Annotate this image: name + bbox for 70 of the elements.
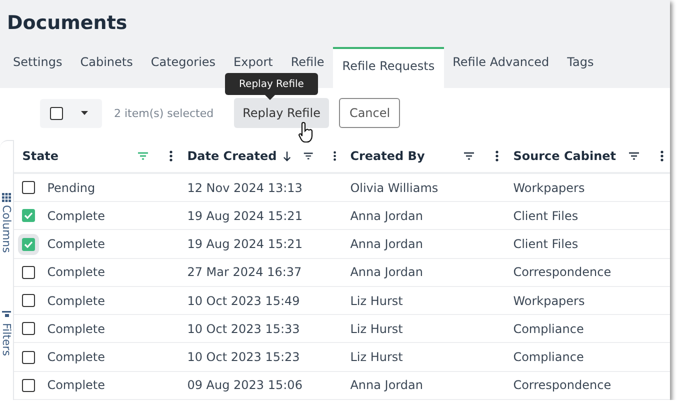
row-checkbox[interactable] [22, 322, 36, 336]
table-cell: Correspondence [505, 258, 670, 287]
table-cell: Complete [14, 287, 180, 316]
table-cell: Client Files [505, 202, 670, 230]
hand-cursor-icon [298, 122, 314, 144]
table-cell: Complete [14, 202, 180, 230]
filter-icon[interactable] [463, 151, 476, 161]
table-cell: 09 Aug 2023 15:06 [179, 372, 342, 400]
row-checkbox[interactable] [22, 294, 36, 308]
column-header[interactable]: Source Cabinet [505, 140, 670, 174]
table-cell: Complete [14, 315, 180, 344]
side-panel-button[interactable]: Filters [0, 310, 14, 356]
column-header[interactable]: Date Created [179, 140, 342, 174]
tab[interactable]: Settings [4, 47, 72, 88]
select-all-dropdown[interactable] [40, 98, 102, 128]
side-panel-button[interactable]: Columns [0, 193, 14, 253]
more-icon[interactable] [332, 150, 336, 162]
table-cell: Client Files [505, 230, 670, 259]
row-checkbox[interactable] [22, 350, 36, 364]
table-cell: Complete [14, 258, 180, 287]
table-cell: Workpapers [505, 287, 670, 316]
table-cell: 19 Aug 2024 15:21 [179, 230, 342, 259]
selection-count: 2 item(s) selected [114, 106, 214, 120]
table-cell: Compliance [505, 344, 670, 372]
more-icon[interactable] [169, 150, 174, 162]
table-cell: Anna Jordan [342, 372, 506, 400]
table-cell: Liz Hurst [342, 315, 506, 344]
row-checkbox[interactable] [22, 181, 36, 194]
table-cell: Liz Hurst [342, 287, 506, 316]
more-icon[interactable] [660, 150, 664, 162]
table-cell: Workpapers [505, 174, 670, 202]
table-cell: 10 Oct 2023 15:23 [179, 344, 342, 372]
row-checkbox[interactable] [22, 266, 36, 279]
tab[interactable]: Categories [142, 47, 225, 88]
table-cell: Olivia Williams [342, 174, 506, 202]
sort-down-icon[interactable] [282, 150, 291, 162]
table-cell: 27 Mar 2024 16:37 [179, 258, 342, 287]
filter-icon[interactable] [628, 151, 640, 161]
tab[interactable]: Tags [558, 47, 603, 88]
caret-icon [81, 111, 88, 115]
row-checkbox[interactable] [22, 238, 36, 251]
table-cell: Anna Jordan [342, 202, 506, 230]
row-checkbox[interactable] [22, 209, 36, 222]
table-cell: Correspondence [505, 372, 670, 400]
grid-icon [2, 193, 12, 202]
replay-button[interactable]: Replay Refile [234, 98, 330, 128]
table-cell: 10 Oct 2023 15:33 [179, 315, 342, 344]
tab[interactable]: Cabinets [71, 47, 142, 88]
table-cell: 10 Oct 2023 15:49 [179, 287, 342, 316]
column-header[interactable]: State [14, 140, 180, 174]
more-icon[interactable] [495, 150, 500, 162]
table-cell: Pending [14, 174, 180, 202]
filter-icon [2, 310, 12, 320]
table-cell: 19 Aug 2024 15:21 [179, 202, 342, 230]
tab[interactable]: Refile Requests [333, 47, 444, 88]
row-checkbox[interactable] [22, 378, 36, 392]
table-cell: 12 Nov 2024 13:13 [179, 174, 342, 202]
filter-icon[interactable] [302, 151, 314, 161]
table-cell: Complete [14, 230, 180, 259]
page-title: Documents [6, 11, 128, 36]
table-cell: Complete [14, 372, 180, 400]
table-cell: Anna Jordan [342, 258, 506, 287]
table-cell: Liz Hurst [342, 344, 506, 372]
table-cell: Complete [14, 344, 180, 372]
table-cell: Anna Jordan [342, 230, 506, 259]
tooltip: Replay Refile [225, 73, 318, 95]
cancel-button[interactable]: Cancel [339, 98, 400, 128]
table-cell: Compliance [505, 315, 670, 344]
tab[interactable]: Refile Advanced [444, 47, 558, 88]
column-header[interactable]: Created By [342, 140, 506, 174]
